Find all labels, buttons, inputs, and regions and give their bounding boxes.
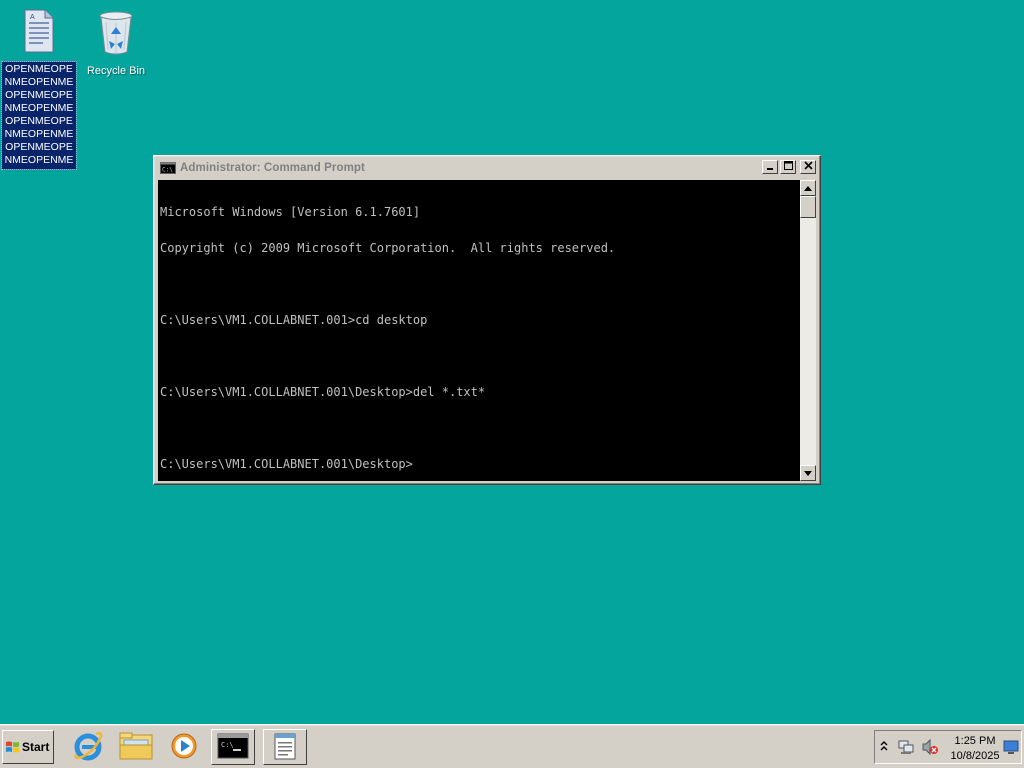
system-tray: 1:25 PM 10/8/2025 — [874, 730, 1022, 764]
internet-explorer-icon — [72, 730, 104, 765]
clock-time: 1:25 PM — [954, 735, 996, 747]
windows-logo-icon — [6, 741, 20, 753]
text-file-icon: A — [1, 8, 77, 57]
console-line: Microsoft Windows [Version 6.1.7601] — [160, 205, 421, 219]
console-line: C:\Users\VM1.COLLABNET.001>cd desktop — [160, 313, 428, 327]
command-prompt-window[interactable]: C:\ Administrator: Command Prompt Micros… — [153, 155, 821, 485]
console-prompt-line: C:\Users\VM1.COLLABNET.001\Desktop> — [160, 457, 413, 471]
scroll-up-button[interactable] — [800, 180, 816, 196]
scroll-up-arrow-icon — [804, 182, 812, 194]
show-desktop-icon[interactable] — [1003, 739, 1019, 758]
command-prompt-icon: C:\ — [160, 162, 176, 174]
volume-muted-icon[interactable] — [921, 738, 939, 759]
windows-explorer-icon — [118, 731, 154, 764]
recycle-bin-icon — [78, 8, 154, 59]
clock-date: 10/8/2025 — [950, 750, 1000, 762]
console-output[interactable]: Microsoft Windows [Version 6.1.7601] Cop… — [158, 180, 800, 481]
close-icon — [803, 161, 813, 173]
taskbar-internet-explorer[interactable] — [66, 729, 110, 765]
taskbar: Start C:\ 1:25 PM 10/8/2025 — [0, 724, 1024, 768]
svg-text:A: A — [30, 14, 35, 21]
minimize-icon — [766, 161, 774, 173]
console-line: Copyright (c) 2009 Microsoft Corporation… — [160, 241, 616, 255]
minimize-button[interactable] — [762, 160, 778, 174]
window-titlebar[interactable]: C:\ Administrator: Command Prompt — [157, 159, 817, 177]
clock[interactable]: 1:25 PM 10/8/2025 — [947, 734, 1003, 764]
maximize-button[interactable] — [780, 160, 796, 174]
start-button[interactable]: Start — [2, 730, 54, 764]
scrollbar-thumb[interactable] — [800, 196, 816, 218]
svg-text:C:\: C:\ — [221, 741, 234, 749]
desktop-icon-label: OPENMEOPENMEOPENMEOPENMEOPENMEOPENMEOPEN… — [1, 61, 77, 170]
taskbar-command-prompt[interactable]: C:\ — [211, 729, 255, 765]
scroll-down-button[interactable] — [800, 465, 816, 481]
command-prompt-icon: C:\ — [217, 733, 249, 762]
scroll-down-arrow-icon — [804, 467, 812, 479]
taskbar-windows-explorer[interactable] — [114, 729, 158, 765]
svg-text:C:\: C:\ — [162, 167, 173, 174]
desktop-icon-recycle-bin[interactable]: Recycle Bin — [78, 8, 154, 77]
console-line: C:\Users\VM1.COLLABNET.001\Desktop>del *… — [160, 385, 486, 399]
vertical-scrollbar[interactable] — [800, 180, 816, 481]
taskbar-notepad[interactable] — [263, 729, 307, 765]
start-label: Start — [22, 740, 50, 754]
close-button[interactable] — [800, 160, 816, 174]
taskbar-media-player[interactable] — [162, 729, 206, 765]
maximize-icon — [783, 161, 793, 173]
media-player-icon — [169, 731, 199, 764]
desktop-icon-label: Recycle Bin — [86, 65, 146, 77]
desktop-icon-openme[interactable]: A OPENMEOPENMEOPENMEOPENMEOPENMEOPENMEOP… — [1, 8, 77, 170]
network-icon[interactable] — [897, 738, 915, 759]
window-title: Administrator: Command Prompt — [180, 162, 365, 174]
notepad-icon — [272, 731, 298, 764]
show-hidden-icons-chevron-icon[interactable] — [880, 740, 888, 755]
